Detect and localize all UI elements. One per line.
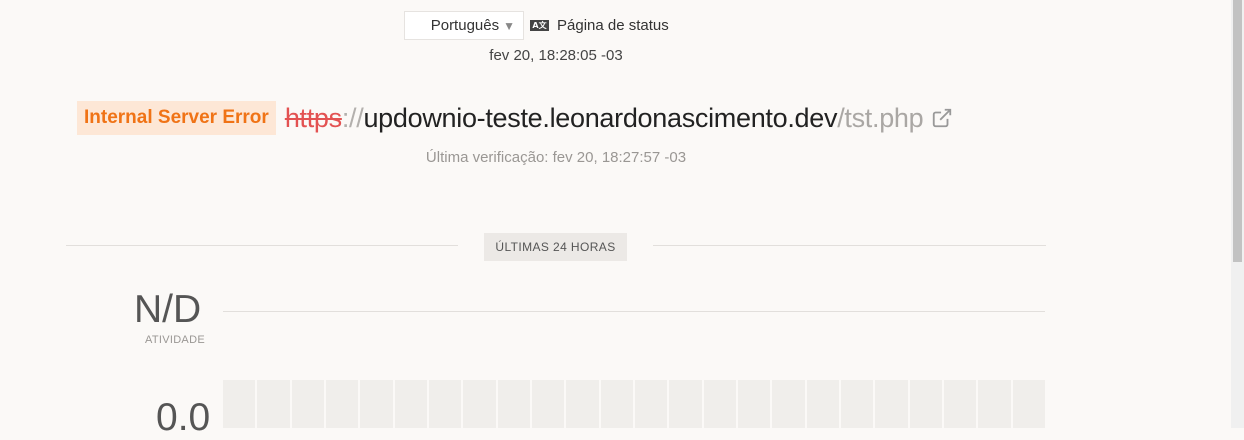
url-host: updownio-teste.leonardonascimento.dev bbox=[363, 102, 838, 133]
response-bar bbox=[634, 380, 668, 428]
response-bar bbox=[943, 380, 977, 428]
response-bar bbox=[1012, 380, 1045, 428]
response-bar bbox=[875, 380, 908, 428]
response-bar bbox=[463, 380, 496, 428]
response-bar bbox=[428, 380, 462, 428]
response-bar bbox=[360, 380, 393, 428]
divider-right bbox=[653, 245, 1046, 246]
response-bar bbox=[600, 380, 633, 428]
response-bars bbox=[223, 380, 1045, 428]
status-badge: Internal Server Error bbox=[77, 101, 276, 135]
response-bar bbox=[669, 380, 702, 428]
status-page-link[interactable]: A文 Página de status bbox=[530, 17, 669, 34]
monitor-url: https://updownio-teste.leonardonasciment… bbox=[285, 103, 924, 134]
scrollbar-thumb[interactable] bbox=[1233, 0, 1242, 262]
response-bar bbox=[737, 380, 771, 428]
activity-label: ATIVIDADE bbox=[145, 334, 205, 346]
activity-line bbox=[223, 311, 1045, 312]
response-bar bbox=[840, 380, 874, 428]
response-bar bbox=[257, 380, 290, 428]
current-time: fev 20, 18:28:05 -03 bbox=[489, 47, 623, 64]
language-icon: A文 bbox=[530, 20, 549, 31]
response-bar bbox=[806, 380, 839, 428]
response-bar bbox=[325, 380, 359, 428]
language-select[interactable]: Português ▼ bbox=[404, 11, 524, 40]
url-separator: :// bbox=[341, 102, 364, 133]
response-bar bbox=[497, 380, 530, 428]
external-link-icon[interactable] bbox=[931, 107, 953, 129]
response-bar bbox=[978, 380, 1011, 428]
last-check: Última verificação: fev 20, 18:27:57 -03 bbox=[425, 149, 687, 166]
response-bar bbox=[703, 380, 736, 428]
chevron-down-icon: ▼ bbox=[503, 18, 515, 33]
top-bar: Português ▼ A文 Página de status bbox=[404, 10, 669, 41]
period-chip[interactable]: ÚLTIMAS 24 HORAS bbox=[484, 233, 627, 261]
url-path: /tst.php bbox=[837, 102, 924, 133]
response-bar bbox=[223, 380, 256, 428]
language-select-value: Português bbox=[430, 17, 500, 34]
response-bar bbox=[772, 380, 805, 428]
response-bar bbox=[909, 380, 942, 428]
status-page-label: Página de status bbox=[557, 17, 669, 34]
monitor-title: Internal Server Error https://updownio-t… bbox=[77, 100, 953, 136]
response-bar bbox=[394, 380, 427, 428]
response-bar bbox=[566, 380, 599, 428]
response-bar bbox=[291, 380, 324, 428]
url-scheme: https bbox=[284, 102, 342, 133]
response-bar bbox=[531, 380, 565, 428]
response-value: 0.0 bbox=[156, 396, 211, 439]
divider-left bbox=[66, 245, 458, 246]
activity-value: N/D bbox=[134, 288, 202, 331]
